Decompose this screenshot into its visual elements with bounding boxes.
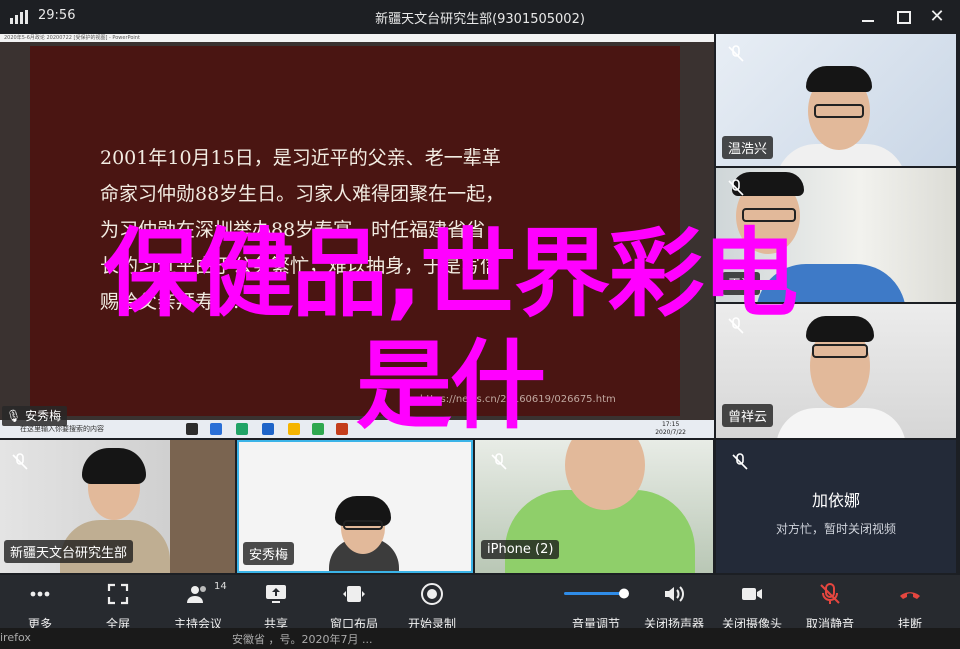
participant-name: iPhone (2)	[481, 540, 560, 559]
mic-muted-icon	[12, 453, 28, 470]
overlay-line: 是什	[356, 330, 546, 442]
participant-tile[interactable]: 温浩兴	[716, 34, 956, 166]
hangup-icon	[900, 592, 920, 599]
overlay-line: 保健品,世界彩电	[103, 218, 798, 330]
overlay-text: 保健品,世界彩电 是什	[40, 218, 860, 442]
participant-tile-active[interactable]: 安秀梅	[237, 440, 473, 573]
mic-muted-icon	[732, 453, 748, 470]
participant-tile-video-off[interactable]: 加依娜 对方忙，暂时关闭视频	[716, 440, 956, 573]
mic-muted-icon	[820, 583, 840, 604]
participant-name: 新疆天文台研究生部	[4, 540, 134, 563]
camera-icon	[742, 588, 762, 600]
participant-name: 安秀梅	[243, 542, 295, 565]
mic-muted-icon	[728, 179, 744, 196]
slide-line: 命家习仲勋88岁生日。习家人难得团聚在一起，	[100, 183, 505, 205]
strip-left-text: irefox	[0, 631, 31, 644]
slide-line: 2001年10月15日，是习近平的父亲、老一辈革	[100, 147, 501, 169]
participant-name: 加依娜	[811, 491, 860, 510]
door-background	[170, 440, 235, 573]
person-glasses	[343, 520, 383, 530]
close-icon[interactable]: ✕	[926, 6, 948, 28]
mic-icon: 🎙	[6, 409, 22, 423]
meeting-title: 新疆天文台研究生部(9301505002)	[375, 12, 585, 27]
person-hair	[806, 66, 872, 92]
video-off-status: 对方忙，暂时关闭视频	[775, 522, 896, 536]
speaker-icon	[665, 586, 684, 602]
title-bar: 29:56 新疆天文台研究生部(9301505002) ✕	[0, 0, 960, 34]
more-icon	[30, 591, 50, 597]
powerpoint-caption: 2020年5-6月政论 20200722 [受保护的视图] - PowerPoi…	[0, 34, 714, 42]
strip-mid-text: 安徽省 ，号。2020年7月 ...	[232, 633, 373, 646]
minimize-icon[interactable]	[858, 6, 880, 28]
mic-muted-icon	[728, 45, 744, 62]
participant-name: 温浩兴	[722, 136, 774, 159]
host-meeting-icon	[187, 586, 206, 603]
participant-tile[interactable]: iPhone (2)	[475, 440, 713, 573]
volume-slider-icon[interactable]	[564, 585, 630, 601]
meeting-window: 29:56 新疆天文台研究生部(9301505002) ✕ 2020年5-6月政…	[0, 0, 960, 649]
person-hair	[82, 448, 146, 484]
fullscreen-icon	[107, 583, 129, 605]
participant-count: 14	[214, 581, 227, 592]
share-screen-icon	[266, 585, 286, 603]
participant-tile[interactable]: 新疆天文台研究生部	[0, 440, 235, 573]
mic-muted-icon	[491, 453, 507, 470]
background-strip: irefox 安徽省 ，号。2020年7月 ...	[0, 628, 960, 649]
person-glasses	[814, 104, 864, 118]
record-icon	[421, 583, 443, 605]
maximize-icon[interactable]	[892, 6, 914, 28]
window-layout-icon	[343, 586, 365, 602]
